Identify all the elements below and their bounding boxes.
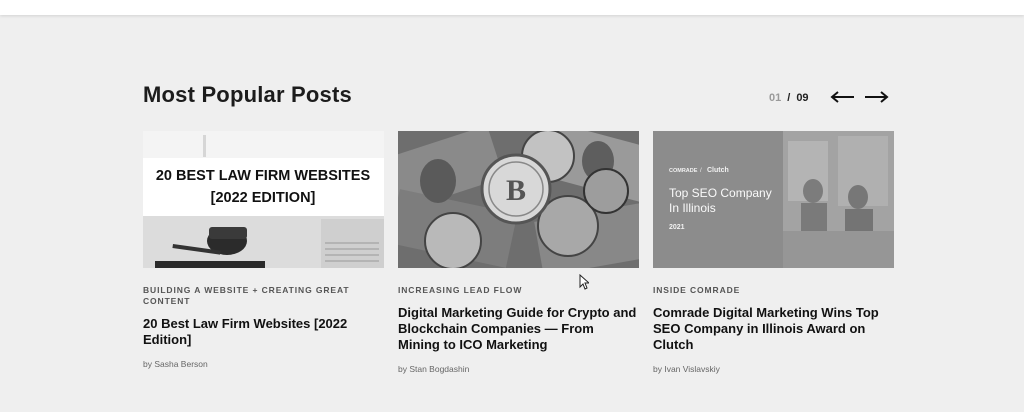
arrow-left-icon xyxy=(830,91,854,103)
post-title[interactable]: 20 Best Law Firm Websites [2022 Edition] xyxy=(143,316,384,348)
thumb-year: 2021 xyxy=(669,224,685,231)
top-header-bar xyxy=(0,0,1024,15)
section-title: Most Popular Posts xyxy=(143,82,352,107)
prev-arrow-button[interactable] xyxy=(829,89,855,105)
post-card-comrade-award[interactable]: COMRADE / Clutch Top SEO Company In Illi… xyxy=(653,131,894,374)
mouse-cursor-icon xyxy=(579,274,589,290)
thumb-text-line2: In Illinois xyxy=(669,201,716,215)
pager-current: 01 xyxy=(769,92,782,104)
post-author: by Sasha Berson xyxy=(143,359,208,369)
post-card-crypto[interactable]: B INCREASING LEAD FLOW Digital Marketing… xyxy=(398,131,639,374)
thumb-text-line1: Top SEO Company xyxy=(669,186,772,200)
thumb-text-line2: [2022 EDITION] xyxy=(211,190,316,206)
bitcoin-icon: B xyxy=(506,174,526,207)
pager-separator: / xyxy=(787,92,791,104)
post-title[interactable]: Digital Marketing Guide for Crypto and B… xyxy=(398,305,639,353)
post-thumbnail[interactable]: 20 BEST LAW FIRM WEBSITES [2022 EDITION] xyxy=(143,131,384,268)
arrow-right-icon xyxy=(865,91,889,103)
post-card-law-firm[interactable]: 20 BEST LAW FIRM WEBSITES [2022 EDITION]… xyxy=(143,131,384,369)
pager-counter: 01 / 09 xyxy=(769,92,809,104)
post-category[interactable]: BUILDING A WEBSITE + CREATING GREAT CONT… xyxy=(143,285,384,307)
clutch-logo: Clutch xyxy=(707,167,729,174)
post-thumbnail[interactable]: COMRADE / Clutch Top SEO Company In Illi… xyxy=(653,131,894,268)
post-title[interactable]: Comrade Digital Marketing Wins Top SEO C… xyxy=(653,305,894,353)
pager-total: 09 xyxy=(796,92,809,104)
post-author: by Ivan Vislavskiy xyxy=(653,364,720,374)
post-author: by Stan Bogdashin xyxy=(398,364,470,374)
post-thumbnail[interactable]: B xyxy=(398,131,639,268)
post-category[interactable]: INCREASING LEAD FLOW xyxy=(398,285,639,296)
next-arrow-button[interactable] xyxy=(864,89,890,105)
post-category[interactable]: INSIDE COMRADE xyxy=(653,285,894,296)
comrade-logo: COMRADE xyxy=(669,168,698,174)
thumb-text-line1: 20 BEST LAW FIRM WEBSITES xyxy=(156,168,371,184)
